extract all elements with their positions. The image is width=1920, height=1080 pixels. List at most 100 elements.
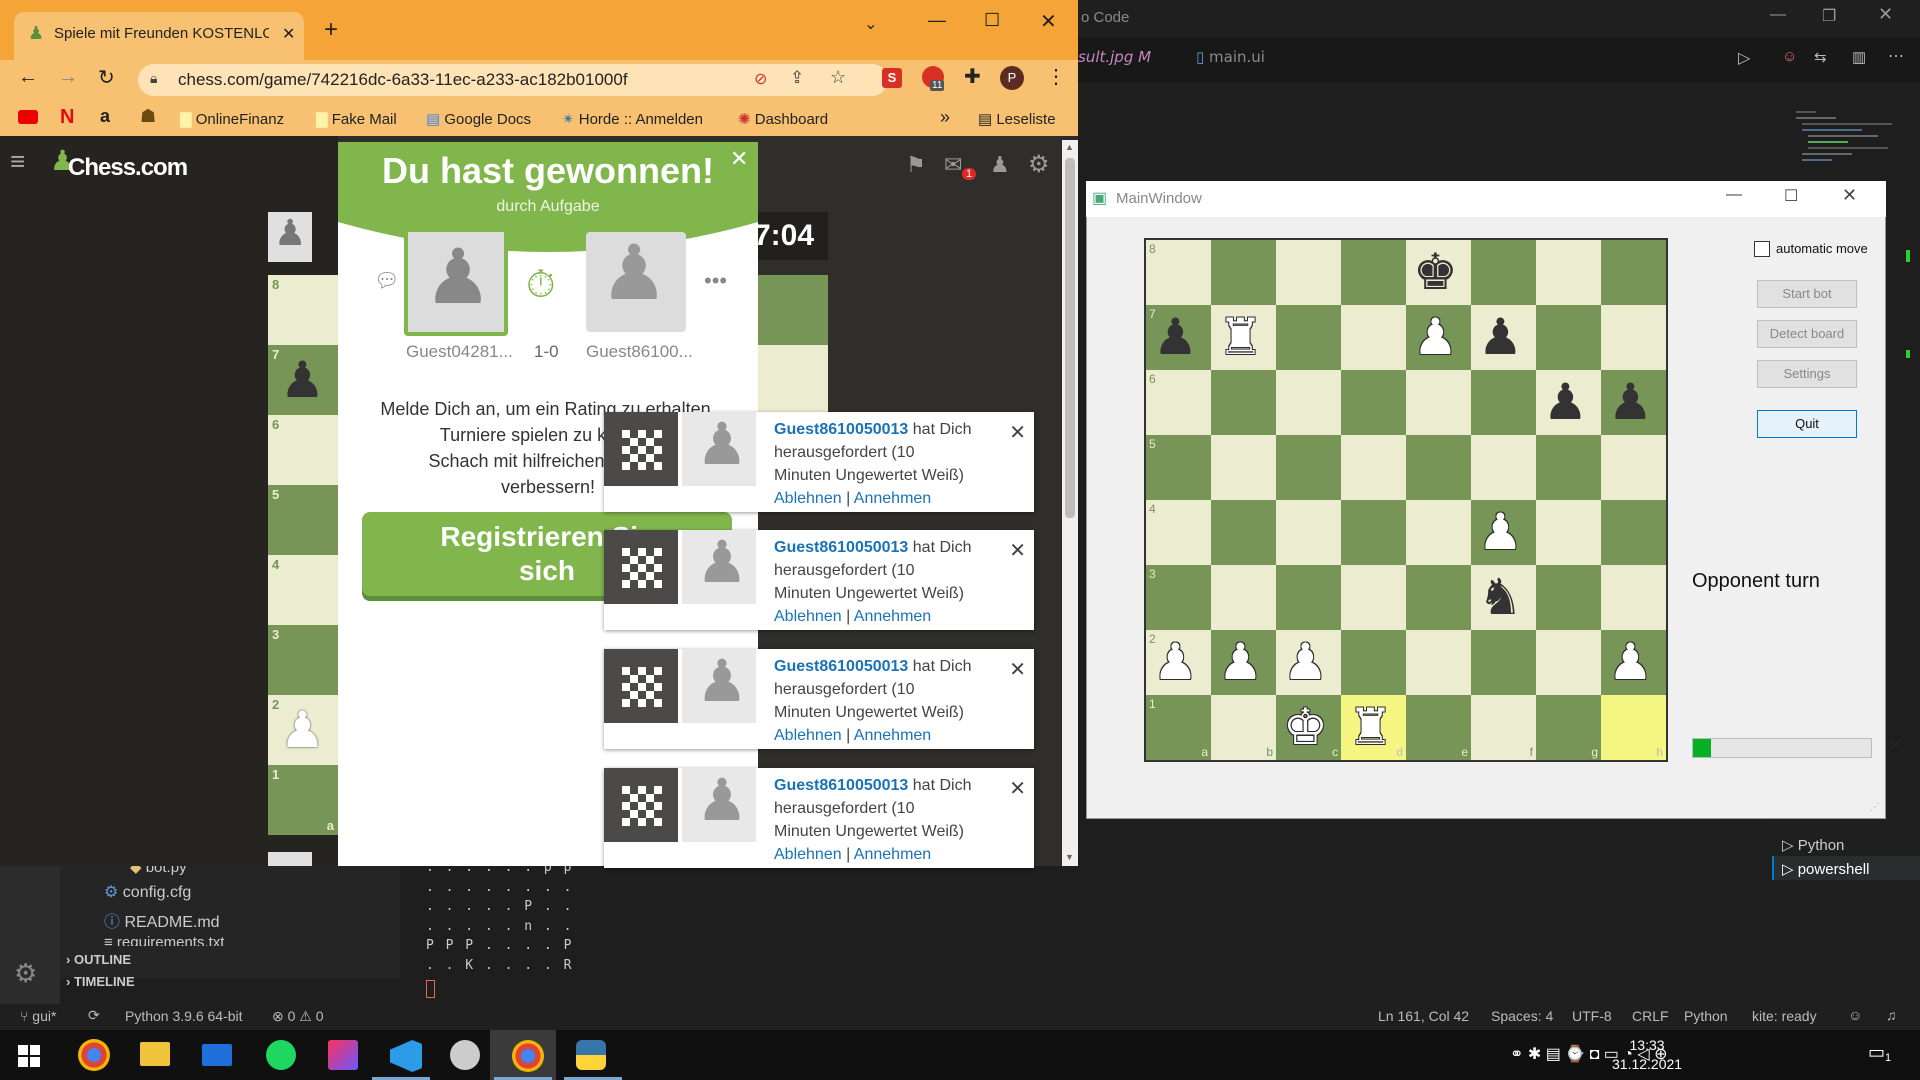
challenger-name[interactable]: Guest8610050013 [774, 777, 908, 794]
close-icon[interactable]: ✕ [1009, 420, 1026, 445]
board-square[interactable]: 1a [268, 765, 338, 835]
board-square[interactable] [1341, 305, 1406, 370]
board-square[interactable] [1471, 630, 1536, 695]
sync-icon[interactable]: ⟳ [88, 1007, 100, 1024]
accept-link[interactable]: Annehmen [854, 608, 931, 625]
board-square[interactable]: 3 [268, 625, 338, 695]
board-square[interactable] [1536, 240, 1601, 305]
board-square[interactable]: 1a [1146, 695, 1211, 760]
board-square[interactable]: 6 [268, 415, 338, 485]
board-square[interactable]: b [1211, 695, 1276, 760]
black-pawn-icon[interactable]: ♟ [280, 351, 325, 409]
cursor-position[interactable]: Ln 161, Col 42 [1378, 1008, 1469, 1024]
board-square[interactable]: 6 [1146, 370, 1211, 435]
close-icon[interactable]: ✕ [1009, 657, 1026, 682]
bookmark-favicon-icon[interactable]: ☗ [140, 106, 156, 127]
board-square[interactable]: ♚ [1406, 240, 1471, 305]
maximize-icon[interactable]: ☐ [1784, 186, 1798, 206]
manage-gear-icon[interactable]: ⚙ [14, 958, 37, 989]
board-square[interactable] [1276, 435, 1341, 500]
terminal-tab-python[interactable]: ▷ Python [1782, 836, 1844, 854]
board-square[interactable] [1341, 435, 1406, 500]
accept-link[interactable]: Annehmen [854, 727, 931, 744]
board-square[interactable]: 8 [1146, 240, 1211, 305]
white-pawn-icon[interactable]: ♟ [1153, 632, 1198, 692]
python-taskbar-icon[interactable] [576, 1040, 606, 1070]
chrome-taskbar-icon[interactable] [78, 1039, 110, 1071]
reload-icon[interactable]: ↻ [98, 65, 115, 90]
board-square[interactable]: d ♜ [1341, 695, 1406, 760]
debug-icon[interactable]: ☺ [1782, 48, 1797, 65]
explorer-item[interactable]: ≡ requirements.txt [104, 934, 224, 946]
chrome-menu-icon[interactable]: ⋮ [1046, 64, 1066, 89]
board-square[interactable]: ♞ [1471, 565, 1536, 630]
terminal-tab-powershell[interactable]: ▷ powershell [1782, 860, 1869, 878]
board-square[interactable] [1471, 435, 1536, 500]
board-square[interactable]: 3 [1146, 565, 1211, 630]
board-square[interactable] [1341, 630, 1406, 695]
board-square[interactable]: g [1536, 695, 1601, 760]
chat-icon[interactable]: 💬︎ [374, 268, 399, 293]
board-square[interactable]: e [1406, 695, 1471, 760]
run-icon[interactable]: ▷ [1738, 48, 1750, 68]
reading-list[interactable]: ▤ Leseliste [978, 110, 1056, 128]
board-square[interactable] [1406, 370, 1471, 435]
bookmark-star-icon[interactable]: ☆ [830, 67, 846, 88]
netflix-bookmark-icon[interactable]: N [60, 106, 74, 129]
board-square[interactable] [1601, 500, 1666, 565]
board-square[interactable] [1601, 305, 1666, 370]
board-square[interactable] [1601, 240, 1666, 305]
automatic-move-checkbox[interactable] [1754, 241, 1770, 257]
hamburger-menu-icon[interactable]: ≡ [10, 146, 25, 177]
bookmark-dashboard[interactable]: ✺ Dashboard [738, 110, 828, 128]
board-square[interactable] [1341, 240, 1406, 305]
resize-grip-icon[interactable]: ⋰ [1870, 802, 1880, 813]
bookmark-fake-mail[interactable]: ▇ Fake Mail [316, 110, 397, 128]
board-square[interactable] [1601, 565, 1666, 630]
minimize-icon[interactable]: — [928, 10, 946, 31]
share-icon[interactable]: ⇪ [790, 68, 804, 88]
board-square[interactable] [1471, 240, 1536, 305]
detect-board-button[interactable]: Detect board [1757, 320, 1857, 348]
scrollbar-thumb[interactable] [1065, 158, 1075, 518]
white-pawn-icon[interactable]: ♟ [1413, 307, 1458, 367]
board-square[interactable] [1406, 630, 1471, 695]
blocked-icon[interactable]: ⊘ [754, 69, 767, 89]
black-pawn-icon[interactable]: ♟ [1543, 372, 1588, 432]
black-pawn-icon[interactable]: ♟ [1608, 372, 1653, 432]
settings-gear-icon[interactable]: ⚙ [1028, 150, 1050, 179]
quit-button[interactable]: Quit [1757, 410, 1857, 438]
board-square[interactable] [1536, 565, 1601, 630]
more-options-icon[interactable]: ••• [704, 268, 727, 294]
chrome-tab[interactable]: ♟ Spiele mit Freunden KOSTENLOS ✕ [14, 12, 304, 60]
white-pawn-icon[interactable]: ♟ [1283, 632, 1328, 692]
decline-link[interactable]: Ablehnen [774, 846, 842, 863]
board-square[interactable]: 7 ♟ [1146, 305, 1211, 370]
indentation[interactable]: Spaces: 4 [1491, 1008, 1553, 1024]
restore-icon[interactable]: ❐ [1822, 6, 1836, 26]
terminal-panel[interactable]: . . . . . . p p . . . . . . . . . . . . … [400, 858, 1780, 1008]
youtube-bookmark-icon[interactable] [18, 110, 38, 124]
explorer-item[interactable]: ⓘ README.md [104, 908, 220, 932]
black-pawn-icon[interactable]: ♟ [1153, 307, 1198, 367]
board-square[interactable]: h [1601, 695, 1666, 760]
board-square[interactable]: 7 ♟ [268, 345, 338, 415]
timeline-section[interactable]: › TIMELINE [66, 974, 135, 989]
black-knight-icon[interactable]: ♞ [1478, 567, 1523, 627]
board-square[interactable] [1211, 500, 1276, 565]
bookmark-google-docs[interactable]: ▤ Google Docs [426, 110, 531, 128]
page-scrollbar[interactable]: ▲ ▼ [1062, 140, 1078, 866]
board-square[interactable] [1406, 435, 1471, 500]
forward-icon[interactable]: → [58, 66, 78, 89]
bookmarks-overflow[interactable]: » [940, 107, 950, 128]
minimap[interactable] [1780, 105, 1920, 175]
board-square[interactable] [1601, 435, 1666, 500]
board-square[interactable] [1211, 565, 1276, 630]
extension-s-icon[interactable]: S [882, 68, 902, 88]
omnibox[interactable]: 🔒︎ chess.com/game/742216dc-6a33-11ec-a23… [138, 64, 888, 96]
more-actions-icon[interactable]: ⋯ [1888, 46, 1904, 66]
action-center-icon[interactable]: ▭ [1868, 1042, 1885, 1063]
board-square[interactable] [1341, 565, 1406, 630]
settings-button[interactable]: Settings [1757, 360, 1857, 388]
flag-icon[interactable]: ⚑ [906, 152, 926, 178]
